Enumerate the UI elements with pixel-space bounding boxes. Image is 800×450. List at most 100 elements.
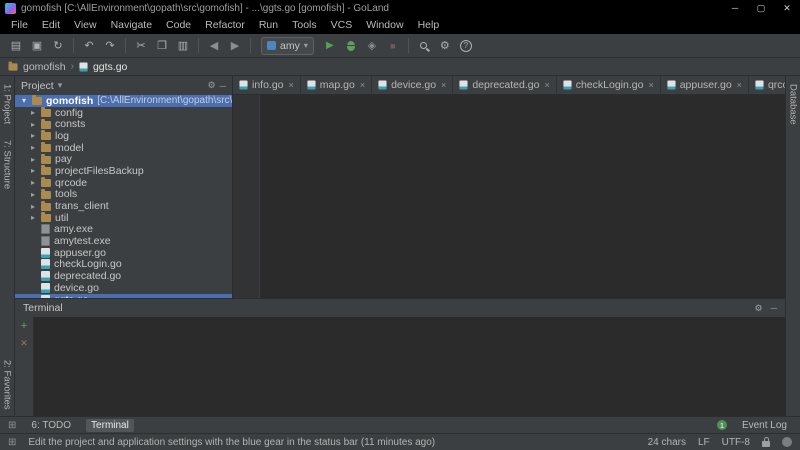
open-folder-icon[interactable]: ▤ <box>6 36 26 56</box>
chevron-right-icon[interactable]: ▸ <box>29 143 37 152</box>
forward-icon[interactable]: ▶ <box>225 36 245 56</box>
editor-tab-info-go[interactable]: info.go× <box>233 76 301 94</box>
chevron-right-icon[interactable]: ▸ <box>29 155 37 164</box>
tab-close-icon[interactable]: × <box>737 80 742 90</box>
chevron-down-icon[interactable]: ▾ <box>58 80 63 91</box>
copy-icon[interactable]: ❐ <box>152 36 172 56</box>
project-item-consts[interactable]: ▸consts <box>15 118 232 130</box>
breadcrumb-file[interactable]: ggts.go <box>93 61 127 73</box>
project-settings-icon[interactable]: ⚙ <box>208 80 216 91</box>
paste-icon[interactable]: ▥ <box>173 36 193 56</box>
editor-tab-appuser-go[interactable]: appuser.go× <box>661 76 749 94</box>
chevron-right-icon[interactable]: ▸ <box>29 120 37 129</box>
menu-vcs[interactable]: VCS <box>324 17 360 34</box>
hector-inspections-icon[interactable] <box>782 437 792 447</box>
project-item-amy-exe[interactable]: amy.exe <box>15 224 232 236</box>
project-item-tools[interactable]: ▸tools <box>15 189 232 201</box>
tab-close-icon[interactable]: × <box>360 80 365 90</box>
chevron-right-icon[interactable]: ▸ <box>29 190 37 199</box>
help-button[interactable]: ? <box>456 36 476 56</box>
event-log-button[interactable]: Event Log <box>737 419 792 432</box>
new-session-icon[interactable]: + <box>21 321 27 331</box>
sync-icon[interactable]: ↻ <box>48 36 68 56</box>
coverage-button[interactable]: ◈ <box>362 36 382 56</box>
toolwindow-button-terminal[interactable]: Terminal <box>86 419 134 432</box>
hide-panel-icon[interactable]: ─ <box>220 81 226 91</box>
stop-button[interactable]: ■ <box>383 36 403 56</box>
cut-icon[interactable]: ✂ <box>131 36 151 56</box>
menu-help[interactable]: Help <box>411 17 447 34</box>
maximize-button[interactable]: ▢ <box>748 0 774 17</box>
chevron-right-icon[interactable]: ▸ <box>29 131 37 140</box>
project-item-model[interactable]: ▸model <box>15 142 232 154</box>
selection-info[interactable]: 24 chars <box>648 437 686 448</box>
breadcrumb-project[interactable]: gomofish <box>23 61 66 73</box>
project-item-deprecated-go[interactable]: deprecated.go <box>15 270 232 282</box>
project-item-device-go[interactable]: device.go <box>15 282 232 294</box>
run-config-selector[interactable]: amy ▾ <box>261 37 314 55</box>
code-editor[interactable] <box>233 95 785 298</box>
chevron-right-icon[interactable]: ▸ <box>29 166 37 175</box>
project-panel-title[interactable]: Project <box>21 80 54 92</box>
menu-file[interactable]: File <box>4 17 35 34</box>
menu-refactor[interactable]: Refactor <box>198 17 252 34</box>
editor-tab-deprecated-go[interactable]: deprecated.go× <box>453 76 556 94</box>
debug-button[interactable] <box>341 36 361 56</box>
toolwindow-button-database[interactable]: Database <box>788 84 799 125</box>
menu-code[interactable]: Code <box>159 17 198 34</box>
toolwindow-button-todo[interactable]: 6: TODO <box>26 419 76 432</box>
tab-close-icon[interactable]: × <box>544 80 549 90</box>
chevron-right-icon[interactable]: ▸ <box>29 202 37 211</box>
terminal-settings-icon[interactable]: ⚙ <box>755 303 763 314</box>
project-root-row[interactable]: ▾gomofish[C:\AllEnvironment\gopath\src\g… <box>15 95 232 107</box>
editor-code[interactable] <box>260 95 785 298</box>
project-item-appuser-go[interactable]: appuser.go <box>15 247 232 259</box>
tab-close-icon[interactable]: × <box>648 80 653 90</box>
encoding-indicator[interactable]: UTF-8 <box>722 437 750 448</box>
undo-icon[interactable]: ↶ <box>79 36 99 56</box>
statusbar-toolwindow-toggle-icon[interactable]: ⊞ <box>8 437 16 448</box>
menu-navigate[interactable]: Navigate <box>104 17 159 34</box>
editor-tab-map-go[interactable]: map.go× <box>301 76 372 94</box>
menu-edit[interactable]: Edit <box>35 17 67 34</box>
chevron-right-icon[interactable]: ▸ <box>29 213 37 222</box>
project-item-amytest-exe[interactable]: amytest.exe <box>15 235 232 247</box>
toolwindow-switcher-icon[interactable]: ⊞ <box>8 420 16 431</box>
menu-run[interactable]: Run <box>252 17 285 34</box>
terminal-output[interactable] <box>34 317 785 416</box>
readonly-lock-icon[interactable] <box>762 441 770 447</box>
project-item-config[interactable]: ▸config <box>15 107 232 119</box>
minimize-button[interactable]: ─ <box>722 0 748 17</box>
settings-button[interactable]: ⚙ <box>435 36 455 56</box>
go-icon <box>41 283 50 293</box>
chevron-right-icon[interactable]: ▸ <box>29 108 37 117</box>
project-item-checkLogin-go[interactable]: checkLogin.go <box>15 259 232 271</box>
project-item-trans_client[interactable]: ▸trans_client <box>15 200 232 212</box>
close-button[interactable]: ✕ <box>774 0 800 17</box>
project-item-projectFilesBackup[interactable]: ▸projectFilesBackup <box>15 165 232 177</box>
line-separator-indicator[interactable]: LF <box>698 437 710 448</box>
editor-tab-device-go[interactable]: device.go× <box>372 76 453 94</box>
chevron-expanded-icon[interactable]: ▾ <box>20 96 28 105</box>
close-session-icon[interactable]: ✕ <box>20 338 28 349</box>
redo-icon[interactable]: ↷ <box>100 36 120 56</box>
run-button[interactable]: ▶ <box>320 36 340 56</box>
menu-view[interactable]: View <box>67 17 104 34</box>
project-item-util[interactable]: ▸util <box>15 212 232 224</box>
project-item-pay[interactable]: ▸pay <box>15 153 232 165</box>
chevron-right-icon[interactable]: ▸ <box>29 178 37 187</box>
save-all-icon[interactable]: ▣ <box>27 36 47 56</box>
menu-window[interactable]: Window <box>359 17 410 34</box>
search-everywhere-button[interactable] <box>414 36 434 56</box>
back-icon[interactable]: ◀ <box>204 36 224 56</box>
toolwindow-button-favorites[interactable]: 2: Favorites <box>2 360 13 410</box>
tab-close-icon[interactable]: × <box>289 80 294 90</box>
toolwindow-button-project[interactable]: 1: Project <box>2 84 13 124</box>
project-item-log[interactable]: ▸log <box>15 130 232 142</box>
toolwindow-button-structure[interactable]: 7: Structure <box>2 140 13 189</box>
terminal-hide-icon[interactable]: ─ <box>771 303 777 313</box>
project-item-qrcode[interactable]: ▸qrcode <box>15 177 232 189</box>
editor-tab-checkLogin-go[interactable]: checkLogin.go× <box>557 76 661 94</box>
menu-tools[interactable]: Tools <box>285 17 324 34</box>
tab-close-icon[interactable]: × <box>441 80 446 90</box>
